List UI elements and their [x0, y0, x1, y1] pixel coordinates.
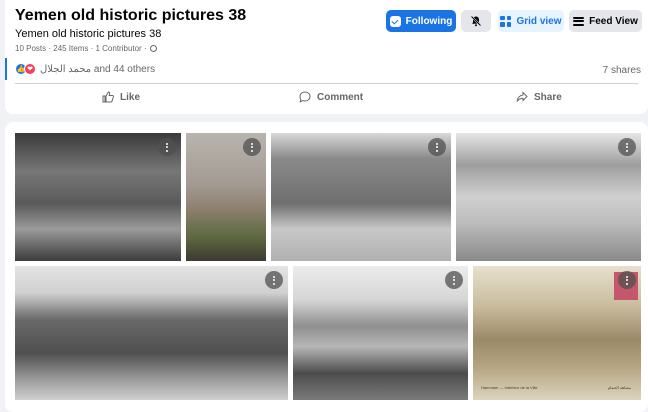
divider — [15, 83, 638, 84]
more-options-icon[interactable] — [158, 138, 176, 156]
more-options-icon[interactable] — [243, 138, 261, 156]
album-subtitle: Yemen old historic pictures 38 — [15, 28, 162, 40]
globe-icon — [149, 45, 157, 52]
more-options-icon[interactable] — [265, 271, 283, 289]
photo-caption-arabic: مشاهد الحمام — [607, 385, 631, 390]
check-icon — [389, 15, 401, 27]
feed-view-button-label: Feed View — [589, 15, 638, 27]
bell-off-icon — [470, 15, 482, 27]
photo-thumbnail[interactable] — [15, 133, 181, 261]
share-button[interactable]: Share — [516, 88, 562, 106]
grid-view-button-label: Grid view — [516, 15, 562, 27]
album-meta: 10 Posts · 245 Items · 1 Contributor · — [15, 44, 157, 53]
grid-view-button[interactable]: Grid view — [498, 10, 564, 32]
reactions-summary[interactable]: 👍 ❤ محمد الجلال and 44 others — [15, 63, 155, 75]
following-button[interactable]: Following — [386, 10, 456, 32]
reactions-summary-text: محمد الجلال and 44 others — [40, 63, 156, 75]
comment-icon — [299, 91, 311, 103]
like-button-label: Like — [120, 91, 141, 103]
feed-view-button[interactable]: Feed View — [569, 10, 642, 32]
comment-button-label: Comment — [317, 91, 364, 103]
photo-thumbnail[interactable] — [15, 266, 288, 400]
love-reaction-icon: ❤ — [24, 63, 36, 75]
following-button-label: Following — [405, 15, 453, 27]
photo-thumbnail[interactable] — [293, 266, 468, 400]
more-options-icon[interactable] — [618, 138, 636, 156]
share-icon — [516, 91, 528, 102]
grid-icon — [500, 15, 512, 27]
photo-thumbnail[interactable]: Hammam — Intérieur de la Ville مشاهد الح… — [473, 266, 641, 400]
notifications-button[interactable] — [461, 10, 491, 32]
album-meta-text: 10 Posts · 245 Items · 1 Contributor · — [15, 44, 147, 53]
album-header-card: Yemen old historic pictures 38 Yemen old… — [5, 0, 648, 114]
comment-button[interactable]: Comment — [299, 88, 363, 106]
more-options-icon[interactable] — [445, 271, 463, 289]
left-accent-bar — [5, 58, 7, 80]
like-button[interactable]: Like — [102, 88, 140, 106]
more-options-icon[interactable] — [428, 138, 446, 156]
photo-thumbnail[interactable] — [271, 133, 451, 261]
photo-thumbnail[interactable] — [186, 133, 266, 261]
photo-caption: Hammam — Intérieur de la Ville — [481, 385, 538, 390]
feed-icon — [573, 16, 585, 26]
album-title: Yemen old historic pictures 38 — [15, 7, 247, 24]
more-options-icon[interactable] — [618, 271, 636, 289]
thumbs-up-icon — [102, 91, 114, 103]
photo-thumbnail[interactable] — [456, 133, 641, 261]
shares-count[interactable]: 7 shares — [603, 65, 641, 76]
share-button-label: Share — [534, 91, 562, 103]
